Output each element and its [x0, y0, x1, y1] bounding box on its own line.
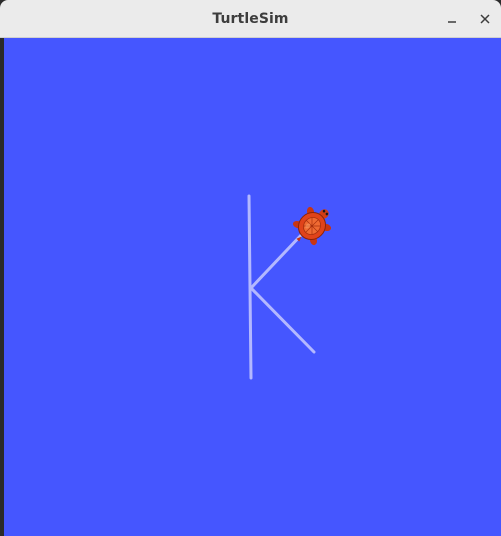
close-icon: [480, 14, 490, 24]
close-button[interactable]: [473, 7, 497, 31]
trail-upper-diagonal: [249, 230, 306, 290]
turtle-canvas: [4, 38, 501, 536]
drawing-surface: [247, 194, 332, 380]
trail-lower-diagonal: [249, 286, 316, 354]
turtlesim-window: TurtleSim: [0, 0, 501, 536]
minimize-button[interactable]: [440, 7, 464, 31]
minimize-icon: [448, 21, 456, 23]
title-bar[interactable]: TurtleSim: [0, 0, 501, 38]
window-title: TurtleSim: [212, 11, 289, 27]
canvas-frame: [0, 38, 501, 536]
